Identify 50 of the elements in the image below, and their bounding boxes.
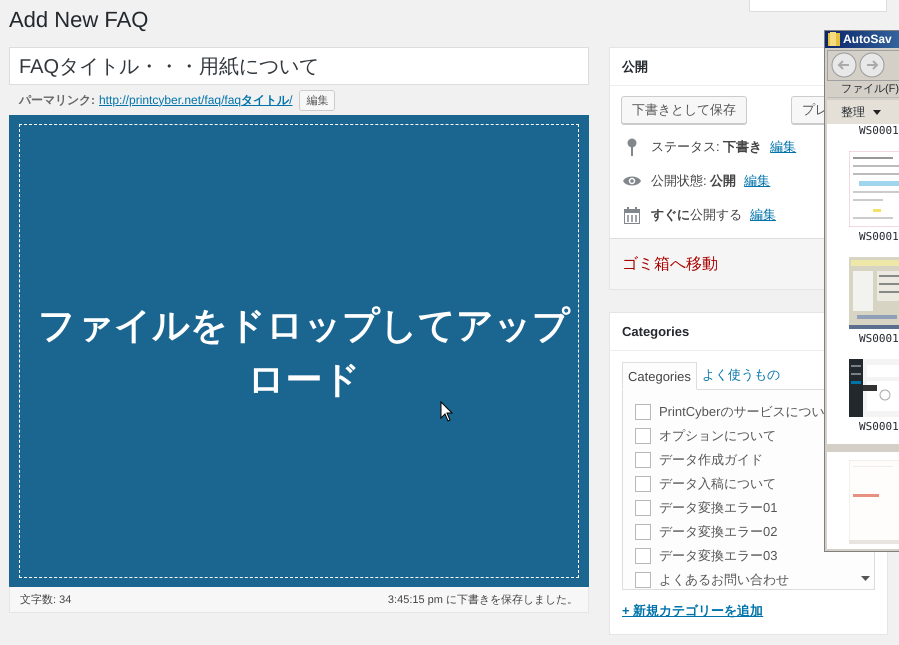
eye-icon [623,175,641,187]
title-field[interactable]: FAQタイトル・・・用紙について [9,47,589,85]
checkbox[interactable] [635,524,651,540]
menu-item[interactable]: ファイル(F) [841,81,899,96]
checkbox[interactable] [635,572,651,588]
category-label[interactable]: データ変換エラー02 [659,523,778,541]
calendar-icon [624,206,640,224]
status-text: 公開状態: 公開 [651,172,736,190]
scroll-down-arrow-icon[interactable] [860,576,870,581]
permalink-label: パーマリンク: [19,92,95,108]
file-name[interactable]: WS0001 [849,332,899,345]
window-title: AutoSav [843,32,892,46]
status-text: ステータス: 下書き [651,138,762,156]
file-name[interactable]: WS0001 [849,420,899,433]
category-label[interactable]: オプションについて [659,427,776,445]
panel-title: 公開 [622,58,648,76]
checkbox[interactable] [635,428,651,444]
category-label[interactable]: データ変換エラー01 [659,499,778,517]
mouse-cursor-icon [440,401,454,422]
drop-message: ファイルをドロップしてアップロード [37,304,572,402]
checkbox[interactable] [635,500,651,516]
category-label[interactable]: PrintCyberのサービスについ [659,403,824,421]
category-label[interactable]: データ作成ガイド [659,451,763,469]
checkbox[interactable] [635,452,651,468]
status-text: すぐに公開する [651,206,742,224]
edit-link[interactable]: 編集 [744,172,770,190]
panel-title: Categories [622,324,690,339]
category-label[interactable]: データ変換エラー03 [659,547,778,565]
trash-link[interactable]: ゴミ箱へ移動 [622,254,718,274]
checkbox[interactable] [635,548,651,564]
caret-icon [873,110,881,115]
pin-icon [626,138,638,156]
edit-button[interactable]: 編集 [299,90,336,110]
edit-link[interactable]: 編集 [750,206,776,224]
checkbox[interactable] [635,476,651,492]
file-name[interactable]: WS0001 [849,124,899,137]
word-count: 文字数: 34 [20,592,72,607]
drop-zone[interactable]: ファイルをドロップしてアップロード [9,115,589,587]
checkbox[interactable] [635,404,651,420]
category-label[interactable]: よくあるお問い合わせ [659,571,789,589]
page-title: Add New FAQ [9,6,148,34]
save-status: 3:45:15 pm に下書きを保存しました。 [388,593,578,607]
file-name[interactable]: WS0001 [849,230,899,243]
edit-link[interactable]: 編集 [770,138,796,156]
add-category-link[interactable]: + 新規カテゴリーを追加 [622,602,764,620]
folder-icon [828,32,840,46]
category-label[interactable]: データ入稿について [659,475,776,493]
category-tab[interactable]: よく使うもの [696,361,785,389]
save-draft-button[interactable]: 下書きとして保存 [621,96,747,124]
category-tab[interactable]: Categories [622,362,697,390]
